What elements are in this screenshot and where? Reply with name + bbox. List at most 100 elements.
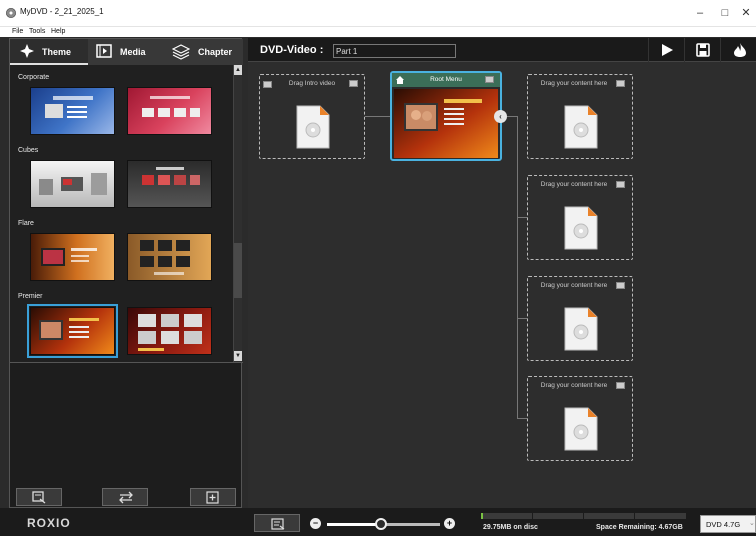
disc-capacity-bar bbox=[481, 513, 686, 519]
project-toolbar: DVD-Video : bbox=[248, 38, 756, 62]
empty-document-icon bbox=[564, 307, 598, 351]
root-menu-node[interactable]: Root Menu bbox=[390, 71, 502, 161]
content-drop-zone-2[interactable]: Drag your content here bbox=[527, 175, 633, 260]
tab-theme-label: Theme bbox=[42, 47, 72, 57]
mydvd-window: MyDVD - 2_21_2025_1 – □ ✕ File Tools Hel… bbox=[0, 0, 756, 536]
node-options-icon[interactable] bbox=[616, 80, 625, 87]
capacity-tick bbox=[583, 513, 584, 519]
content-drop-label: Drag your content here bbox=[540, 181, 608, 188]
disc-used-text: 29.75MB on disc bbox=[483, 524, 538, 531]
connector-line bbox=[517, 418, 527, 419]
empty-document-icon bbox=[564, 105, 598, 149]
node-options-icon[interactable] bbox=[616, 282, 625, 289]
group-title-premier: Premier bbox=[18, 293, 43, 300]
close-button[interactable]: ✕ bbox=[736, 4, 756, 22]
burn-button[interactable] bbox=[720, 38, 756, 62]
menu-help[interactable]: Help bbox=[51, 27, 65, 37]
capacity-tick bbox=[532, 513, 533, 519]
theme-thumb-corporate-chapters[interactable] bbox=[127, 87, 212, 135]
group-title-cubes: Cubes bbox=[18, 147, 39, 154]
theme-thumb-corporate-main[interactable] bbox=[30, 87, 115, 135]
root-menu-header: Root Menu bbox=[392, 73, 500, 87]
content-drop-label: Drag your content here bbox=[540, 382, 608, 389]
thumb-art bbox=[39, 318, 99, 340]
node-options-icon[interactable] bbox=[616, 382, 625, 389]
content-drop-label: Drag your content here bbox=[540, 282, 608, 289]
swap-button[interactable] bbox=[102, 488, 148, 506]
notes-icon bbox=[271, 518, 285, 530]
disc-capacity-used bbox=[481, 513, 483, 519]
content-drop-zone-1[interactable]: Drag your content here bbox=[527, 74, 633, 159]
scroll-thumb[interactable] bbox=[234, 243, 242, 298]
theme-thumb-cubes-main[interactable] bbox=[30, 160, 115, 208]
zoom-out-button[interactable]: − bbox=[310, 518, 321, 529]
scroll-down-arrow-icon[interactable]: ▼ bbox=[234, 351, 242, 361]
connector-trunk bbox=[517, 116, 518, 418]
zoom-slider-fill bbox=[327, 523, 382, 526]
theme-thumb-premier-chapters[interactable] bbox=[127, 307, 212, 355]
tab-theme[interactable]: Theme bbox=[10, 39, 88, 65]
group-title-flare: Flare bbox=[18, 220, 34, 227]
scroll-up-arrow-icon[interactable]: ▲ bbox=[234, 65, 242, 75]
empty-document-icon bbox=[564, 407, 598, 451]
media-icon bbox=[96, 44, 112, 60]
connector-line bbox=[517, 318, 527, 319]
connector-line bbox=[365, 116, 390, 117]
tab-chapter[interactable]: Chapter bbox=[164, 39, 243, 65]
root-menu-options-icon[interactable] bbox=[485, 76, 494, 83]
burn-icon bbox=[734, 43, 746, 57]
thumb-art bbox=[142, 167, 200, 185]
disc-type-select[interactable]: DVD 4.7G ⌄ bbox=[700, 515, 756, 533]
node-options-icon[interactable] bbox=[349, 80, 358, 87]
empty-document-icon bbox=[296, 105, 330, 149]
content-drop-zone-4[interactable]: Drag your content here bbox=[527, 376, 633, 461]
edit-menu-button[interactable] bbox=[16, 488, 62, 506]
add-icon bbox=[206, 491, 219, 504]
title-bar: MyDVD - 2_21_2025_1 – □ ✕ bbox=[0, 0, 756, 27]
app-icon bbox=[6, 8, 16, 18]
minimize-button[interactable]: – bbox=[690, 4, 710, 22]
menu-tools[interactable]: Tools bbox=[29, 27, 45, 37]
add-button[interactable] bbox=[190, 488, 236, 506]
theme-thumb-premier-main[interactable] bbox=[27, 304, 118, 358]
roxio-logo: ROXIO bbox=[27, 516, 71, 530]
node-options-icon[interactable] bbox=[616, 181, 625, 188]
play-icon bbox=[662, 44, 673, 56]
thumb-art bbox=[138, 314, 202, 351]
tab-media[interactable]: Media bbox=[88, 39, 164, 65]
play-button[interactable] bbox=[648, 38, 684, 62]
content-drop-zone-3[interactable]: Drag your content here bbox=[527, 276, 633, 361]
thumb-art bbox=[41, 248, 97, 266]
theme-list-scrollbar[interactable]: ▲ ▼ bbox=[233, 65, 242, 362]
thumb-art bbox=[45, 96, 93, 118]
connector-line bbox=[517, 217, 527, 218]
notes-button[interactable] bbox=[254, 514, 300, 532]
theme-list: Corporate Cubes Flare Premier bbox=[10, 65, 234, 362]
tab-media-label: Media bbox=[120, 47, 146, 57]
left-panel: Theme Media Chapter Corporate Cubes Flar… bbox=[9, 38, 243, 508]
project-title-input[interactable] bbox=[333, 44, 456, 58]
chapter-icon bbox=[171, 44, 191, 62]
collapse-branch-button[interactable]: ‹ bbox=[494, 110, 507, 123]
chevron-down-icon: ⌄ bbox=[749, 520, 755, 527]
root-menu-label: Root Menu bbox=[430, 76, 462, 83]
connector-line bbox=[507, 116, 517, 117]
zoom-in-button[interactable]: + bbox=[444, 518, 455, 529]
thumb-art bbox=[39, 173, 107, 195]
intro-video-drop-zone[interactable]: Drag Intro video bbox=[259, 74, 365, 159]
group-title-corporate: Corporate bbox=[18, 74, 50, 81]
theme-thumb-flare-main[interactable] bbox=[30, 233, 115, 281]
thumb-art bbox=[142, 96, 200, 117]
swap-icon bbox=[119, 491, 133, 504]
theme-thumb-cubes-chapters[interactable] bbox=[127, 160, 212, 208]
theme-thumb-flare-chapters[interactable] bbox=[127, 233, 212, 281]
window-title: MyDVD - 2_21_2025_1 bbox=[20, 7, 104, 16]
menu-file[interactable]: File bbox=[12, 27, 23, 37]
edit-menu-icon bbox=[32, 491, 46, 504]
zoom-slider-knob[interactable] bbox=[375, 518, 388, 530]
status-bar: ROXIO − + 29.75MB on disc Space Remainin… bbox=[0, 508, 756, 536]
maximize-button[interactable]: □ bbox=[715, 4, 735, 22]
tab-bar: Theme Media Chapter bbox=[10, 39, 243, 65]
root-menu-preview-art bbox=[394, 89, 498, 158]
save-button[interactable] bbox=[684, 38, 720, 62]
